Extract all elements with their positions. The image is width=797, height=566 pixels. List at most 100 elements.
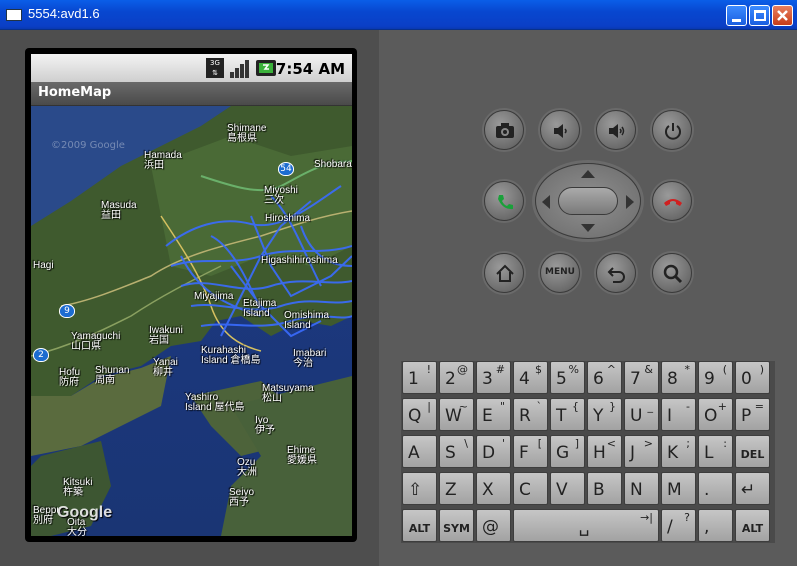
key-label: ALT bbox=[408, 522, 431, 535]
key-3-3[interactable]: C bbox=[513, 472, 548, 505]
key-1-8[interactable]: O + bbox=[698, 398, 733, 431]
key-label: G bbox=[556, 443, 570, 463]
volume-down-button[interactable] bbox=[540, 110, 580, 150]
key-0-9[interactable]: 0) bbox=[735, 361, 770, 394]
key-alt-label: ) bbox=[759, 363, 764, 376]
key-3-7[interactable]: M bbox=[661, 472, 696, 505]
dpad-right-arrow-icon[interactable] bbox=[624, 192, 636, 212]
key-label: Q bbox=[408, 406, 422, 426]
key-2-6[interactable]: J > bbox=[624, 435, 659, 468]
map-label-kitsuki: Kitsuki 杵築 bbox=[63, 477, 93, 498]
key-4-0[interactable]: ALT bbox=[402, 509, 437, 542]
key-1-9[interactable]: P = bbox=[735, 398, 770, 431]
dpad-up-arrow-icon[interactable] bbox=[578, 168, 598, 180]
key-2-2[interactable]: D ' bbox=[476, 435, 511, 468]
key-4-4[interactable]: /? bbox=[661, 509, 696, 542]
key-3-9[interactable]: ↵ bbox=[735, 472, 770, 505]
key-0-0[interactable]: 1! bbox=[402, 361, 437, 394]
key-alt-label: ] bbox=[574, 437, 579, 450]
key-label: ↵ bbox=[741, 480, 756, 500]
key-alt-label: " bbox=[499, 400, 505, 413]
key-0-5[interactable]: 6 ^ bbox=[587, 361, 622, 394]
key-alt-label: \ bbox=[464, 437, 468, 450]
key-2-4[interactable]: G] bbox=[550, 435, 585, 468]
search-button[interactable] bbox=[652, 253, 692, 293]
home-button[interactable] bbox=[484, 253, 524, 293]
volume-up-button[interactable] bbox=[596, 110, 636, 150]
key-4-2[interactable]: @ bbox=[476, 509, 511, 542]
key-label: U bbox=[630, 406, 643, 426]
key-3-2[interactable]: X bbox=[476, 472, 511, 505]
map-label-miyajima: Miyajima bbox=[194, 291, 234, 302]
key-0-4[interactable]: 5% bbox=[550, 361, 585, 394]
map-label-matsuyama: Matsuyama 松山 bbox=[262, 383, 314, 404]
menu-button[interactable]: MENU bbox=[540, 253, 580, 293]
key-3-4[interactable]: V bbox=[550, 472, 585, 505]
key-4-1[interactable]: SYM bbox=[439, 509, 474, 542]
dpad-center-button[interactable] bbox=[558, 187, 618, 215]
key-4-5[interactable]: , bbox=[698, 509, 733, 542]
key-3-1[interactable]: Z bbox=[439, 472, 474, 505]
satellite-map[interactable]: Shimane 島根県 Hamada 浜田 Shobara Miyoshi 三次 Ma… bbox=[31, 106, 352, 536]
key-2-9[interactable]: DEL bbox=[735, 435, 770, 468]
key-label: DEL bbox=[740, 448, 765, 461]
maximize-button[interactable] bbox=[749, 5, 770, 26]
key-1-1[interactable]: W ~ bbox=[439, 398, 474, 431]
map-label-hagi: Hagi bbox=[33, 260, 54, 271]
home-icon bbox=[496, 264, 514, 282]
key-4-6[interactable]: ALT bbox=[735, 509, 770, 542]
key-label: D bbox=[482, 443, 496, 463]
dpad-left-arrow-icon[interactable] bbox=[540, 192, 552, 212]
signal-strength-icon bbox=[230, 60, 249, 78]
key-2-7[interactable]: K; bbox=[661, 435, 696, 468]
key-alt-label: ! bbox=[426, 363, 431, 376]
key-2-3[interactable]: F[ bbox=[513, 435, 548, 468]
key-1-0[interactable]: Q | bbox=[402, 398, 437, 431]
key-2-8[interactable]: L: bbox=[698, 435, 733, 468]
app-title-bar: HomeMap bbox=[31, 82, 352, 106]
key-alt-label: →| bbox=[640, 511, 653, 524]
minimize-button[interactable] bbox=[726, 5, 747, 26]
key-2-1[interactable]: S \ bbox=[439, 435, 474, 468]
key-0-3[interactable]: 4 $ bbox=[513, 361, 548, 394]
key-0-8[interactable]: 9( bbox=[698, 361, 733, 394]
key-label: @ bbox=[482, 517, 499, 537]
volume-up-icon bbox=[609, 124, 625, 138]
key-1-7[interactable]: I- bbox=[661, 398, 696, 431]
power-button[interactable] bbox=[652, 110, 692, 150]
title-bar[interactable]: 5554:avd1.6 bbox=[0, 0, 797, 30]
close-button[interactable] bbox=[772, 5, 793, 26]
key-0-7[interactable]: 8 * bbox=[661, 361, 696, 394]
key-3-0[interactable]: ⇧ bbox=[402, 472, 437, 505]
key-alt-label: & bbox=[644, 363, 653, 376]
key-0-6[interactable]: 7 & bbox=[624, 361, 659, 394]
key-0-2[interactable]: 3 # bbox=[476, 361, 511, 394]
key-3-8[interactable]: . bbox=[698, 472, 733, 505]
call-button[interactable] bbox=[484, 181, 524, 221]
camera-button[interactable] bbox=[484, 110, 524, 150]
key-3-5[interactable]: B bbox=[587, 472, 622, 505]
map-label-etajima: Etajima Island bbox=[243, 298, 277, 319]
key-3-6[interactable]: N bbox=[624, 472, 659, 505]
key-2-0[interactable]: A bbox=[402, 435, 437, 468]
back-button[interactable] bbox=[596, 253, 636, 293]
key-4-3[interactable]: ␣ →| bbox=[513, 509, 659, 542]
map-label-masuda: Masuda 益田 bbox=[101, 200, 137, 221]
key-label: F bbox=[519, 443, 529, 463]
key-1-5[interactable]: Y} bbox=[587, 398, 622, 431]
clock: 7:54 AM bbox=[275, 60, 345, 78]
key-1-4[interactable]: T{ bbox=[550, 398, 585, 431]
key-label: E bbox=[482, 406, 493, 426]
dpad-down-arrow-icon[interactable] bbox=[578, 222, 598, 234]
key-alt-label: | bbox=[427, 400, 431, 413]
key-1-3[interactable]: R ` bbox=[513, 398, 548, 431]
end-call-button[interactable] bbox=[652, 181, 692, 221]
key-1-2[interactable]: E " bbox=[476, 398, 511, 431]
key-label: A bbox=[408, 443, 420, 463]
key-2-5[interactable]: H < bbox=[587, 435, 622, 468]
key-1-6[interactable]: U _ bbox=[624, 398, 659, 431]
key-0-1[interactable]: 2 @ bbox=[439, 361, 474, 394]
map-label-ehime: Ehime 愛媛県 bbox=[287, 445, 317, 466]
map-label-imabari: Imabari 今治 bbox=[293, 348, 327, 369]
key-alt-label: ~ bbox=[458, 400, 468, 413]
